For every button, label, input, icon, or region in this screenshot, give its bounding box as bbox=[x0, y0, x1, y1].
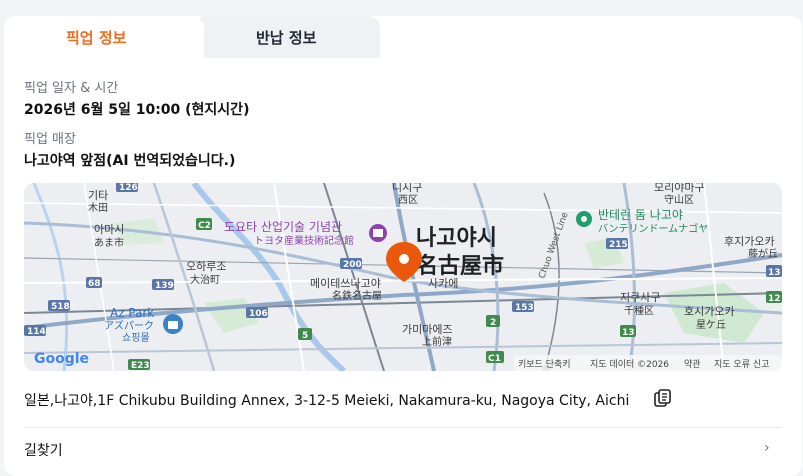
svg-text:오하루조: 오하루조 bbox=[186, 259, 226, 273]
svg-text:메이테쓰나고야: 메이테쓰나고야 bbox=[310, 277, 381, 290]
store-map[interactable]: 126 C2 139 68 518 114 E23 106 200 5 2 15… bbox=[24, 183, 782, 371]
svg-text:153: 153 bbox=[515, 303, 534, 313]
svg-text:トヨタ産業技術記念館: トヨタ産業技術記念館 bbox=[254, 234, 354, 247]
svg-text:도요타 산업기술 기념관: 도요타 산업기술 기념관 bbox=[224, 220, 342, 234]
svg-text:C1: C1 bbox=[488, 354, 501, 364]
svg-text:68: 68 bbox=[88, 279, 101, 289]
svg-text:Az Park: Az Park bbox=[110, 306, 154, 320]
svg-text:후지가오카: 후지가오카 bbox=[724, 235, 775, 248]
tab-pickup[interactable]: 픽업 정보 bbox=[4, 16, 204, 58]
svg-text:12: 12 bbox=[768, 294, 781, 304]
tab-bar: 반납 정보 픽업 정보 bbox=[4, 16, 802, 58]
svg-text:あま市: あま市 bbox=[94, 236, 124, 249]
svg-text:アズパーク: アズパーク bbox=[104, 319, 154, 332]
directions-label: 길찾기 bbox=[24, 443, 63, 459]
svg-text:지도 오류 신고: 지도 오류 신고 bbox=[714, 359, 769, 370]
copy-icon[interactable] bbox=[652, 388, 674, 410]
svg-text:호시가오카: 호시가오카 bbox=[684, 305, 735, 318]
svg-text:守山区: 守山区 bbox=[664, 193, 694, 206]
svg-text:13: 13 bbox=[768, 268, 781, 278]
svg-text:13: 13 bbox=[622, 328, 635, 338]
svg-text:名鉄名古屋: 名鉄名古屋 bbox=[332, 289, 382, 302]
svg-text:약관: 약관 bbox=[684, 358, 701, 370]
svg-text:Google: Google bbox=[34, 351, 89, 367]
svg-text:키보드 단축키: 키보드 단축키 bbox=[518, 359, 571, 370]
svg-text:E23: E23 bbox=[131, 361, 150, 371]
pickup-address: 일본,나고야,1F Chikubu Building Annex, 3-12-5… bbox=[24, 393, 630, 409]
pickup-datetime-label: 픽업 일자 & 시간 bbox=[24, 81, 119, 96]
pickup-store-value: 나고야역 앞점(AI 번역되었습니다.) bbox=[24, 153, 236, 169]
svg-text:千種区: 千種区 bbox=[624, 304, 654, 317]
svg-text:나고야시: 나고야시 bbox=[416, 226, 497, 251]
map-label-kita: 기타 bbox=[88, 189, 108, 202]
svg-text:114: 114 bbox=[27, 327, 46, 337]
svg-text:上前津: 上前津 bbox=[422, 335, 452, 348]
pickup-datetime-value: 2026년 6월 5일 10:00 (현지시간) bbox=[24, 102, 250, 118]
svg-text:126: 126 bbox=[119, 183, 138, 193]
svg-text:아마시: 아마시 bbox=[94, 223, 124, 236]
svg-text:지쿠사구: 지쿠사구 bbox=[620, 291, 660, 304]
chevron-right-icon: › bbox=[764, 440, 770, 456]
svg-text:木田: 木田 bbox=[88, 202, 108, 214]
svg-text:200: 200 bbox=[343, 260, 362, 270]
svg-text:2: 2 bbox=[490, 318, 496, 328]
svg-text:지도 데이터 ©2026: 지도 데이터 ©2026 bbox=[590, 359, 669, 370]
svg-text:가미마에즈: 가미마에즈 bbox=[402, 323, 453, 336]
svg-text:バンテリンドームナゴヤ: バンテリンドームナゴヤ bbox=[598, 222, 708, 235]
section-divider bbox=[24, 427, 782, 428]
svg-text:518: 518 bbox=[51, 302, 70, 312]
svg-text:名古屋市: 名古屋市 bbox=[416, 253, 504, 279]
svg-text:215: 215 bbox=[609, 240, 628, 250]
tab-pickup-label: 픽업 정보 bbox=[66, 29, 127, 47]
pickup-store-label: 픽업 매장 bbox=[24, 132, 76, 147]
tab-return[interactable]: 반납 정보 bbox=[194, 16, 380, 58]
svg-text:大治町: 大治町 bbox=[190, 273, 220, 286]
svg-text:星ケ丘: 星ケ丘 bbox=[696, 319, 726, 331]
svg-text:106: 106 bbox=[249, 309, 268, 319]
svg-text:139: 139 bbox=[155, 281, 174, 291]
directions-row[interactable]: 길찾기 bbox=[24, 440, 63, 460]
svg-text:반테린 돔 나고야: 반테린 돔 나고야 bbox=[598, 208, 683, 222]
svg-text:쇼핑몰: 쇼핑몰 bbox=[122, 332, 150, 344]
tab-return-label: 반납 정보 bbox=[256, 29, 317, 47]
svg-text:5: 5 bbox=[302, 331, 308, 341]
svg-text:西区: 西区 bbox=[398, 194, 418, 206]
svg-text:藤が丘: 藤が丘 bbox=[748, 247, 778, 260]
svg-text:C2: C2 bbox=[198, 221, 211, 231]
svg-text:모리야마구: 모리야마구 bbox=[654, 183, 705, 194]
svg-text:니시구: 니시구 bbox=[392, 183, 422, 194]
